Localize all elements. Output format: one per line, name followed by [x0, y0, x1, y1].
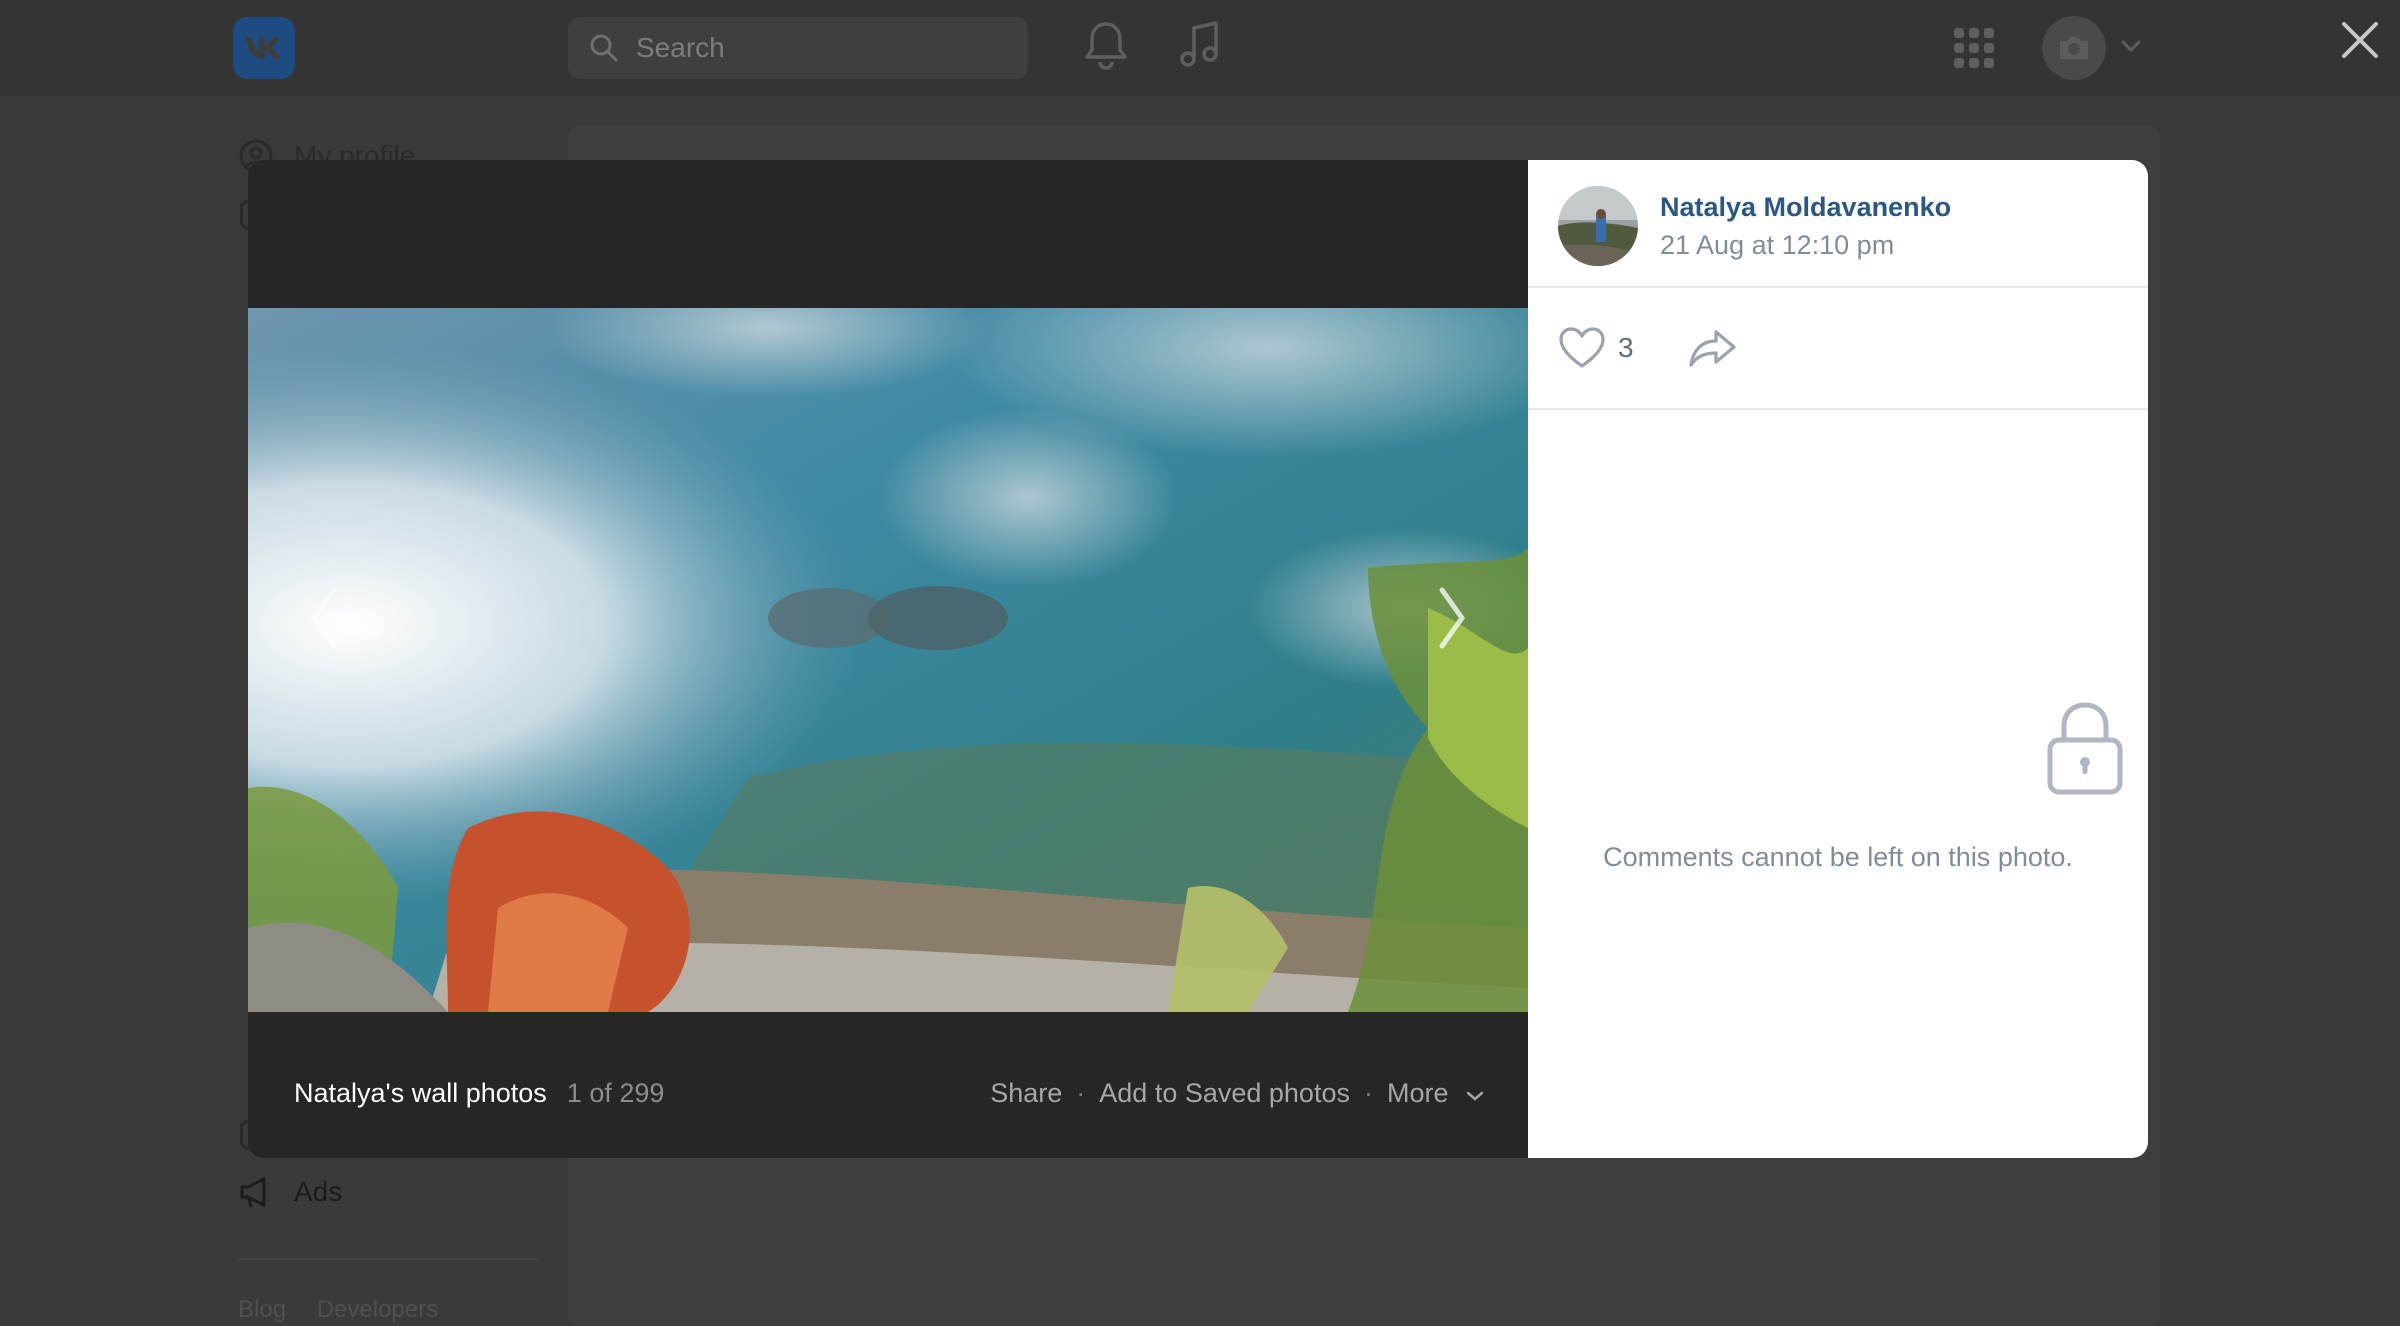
next-photo-arrow-icon[interactable]	[1426, 578, 1476, 658]
search-icon	[590, 34, 618, 62]
photo-counter: 1 of 299	[566, 1077, 665, 1108]
album-title[interactable]: Natalya's wall photos	[294, 1078, 547, 1109]
reactions-row: 3	[1528, 288, 2148, 410]
camera-icon	[2060, 37, 2088, 59]
footer-links: Blog Developers	[238, 1296, 462, 1324]
profile-avatar[interactable]	[2042, 16, 2106, 80]
vk-logo[interactable]	[233, 17, 295, 79]
footer-link-blog[interactable]: Blog	[238, 1296, 286, 1323]
more-menu-button[interactable]: More	[1387, 1078, 1484, 1109]
megaphone-icon	[240, 1177, 266, 1208]
apps-grid-icon[interactable]	[1954, 28, 1994, 68]
photo-pane: Natalya's wall photos 1 of 299 Share · A…	[248, 160, 1528, 1158]
previous-photo-arrow-icon[interactable]	[300, 578, 350, 658]
lock-icon	[2047, 702, 2123, 795]
vk-logo-icon	[246, 37, 280, 59]
comments-disabled-note: Comments cannot be left on this photo.	[1603, 842, 2073, 872]
sidebar-divider	[238, 1258, 538, 1260]
sidebar-item-ads[interactable]: Ads	[238, 1174, 342, 1210]
add-to-saved-link[interactable]: Add to Saved photos	[1099, 1078, 1350, 1109]
author-name-link[interactable]: Natalya Moldavanenko	[1660, 192, 1951, 223]
photo-actions: Share · Add to Saved photos · More	[990, 1078, 1484, 1109]
search-input[interactable]: Search	[568, 17, 1028, 79]
share-arrow-icon[interactable]	[1688, 326, 1738, 370]
sidebar-item-label: Ads	[294, 1176, 343, 1207]
photo-info-panel: Natalya Moldavanenko 21 Aug at 12:10 pm …	[1528, 160, 2148, 1158]
heart-icon[interactable]	[1558, 326, 1606, 370]
author-avatar-image	[1558, 186, 1638, 266]
footer-link-developers[interactable]: Developers	[317, 1296, 438, 1323]
music-icon[interactable]	[1176, 18, 1224, 72]
separator-dot: ·	[1076, 1077, 1086, 1108]
photo[interactable]	[248, 308, 1528, 1012]
close-icon[interactable]	[2340, 20, 2380, 60]
photo-viewer-modal: Natalya's wall photos 1 of 299 Share · A…	[248, 160, 2148, 1158]
author-avatar[interactable]	[1558, 186, 1638, 266]
chevron-down-icon	[1466, 1091, 1484, 1101]
like-count: 3	[1618, 332, 1634, 363]
bell-icon[interactable]	[1082, 18, 1130, 72]
search-placeholder: Search	[636, 32, 725, 63]
separator-dot: ·	[1363, 1077, 1373, 1108]
share-link[interactable]: Share	[990, 1078, 1062, 1109]
photo-footer: Natalya's wall photos 1 of 299 Share · A…	[248, 1028, 1528, 1158]
post-date[interactable]: 21 Aug at 12:10 pm	[1660, 230, 1894, 261]
chevron-down-icon[interactable]	[2120, 38, 2142, 54]
author-row: Natalya Moldavanenko 21 Aug at 12:10 pm	[1528, 160, 2148, 288]
more-label: More	[1386, 1077, 1449, 1108]
lake-photo-image	[248, 308, 1528, 1012]
